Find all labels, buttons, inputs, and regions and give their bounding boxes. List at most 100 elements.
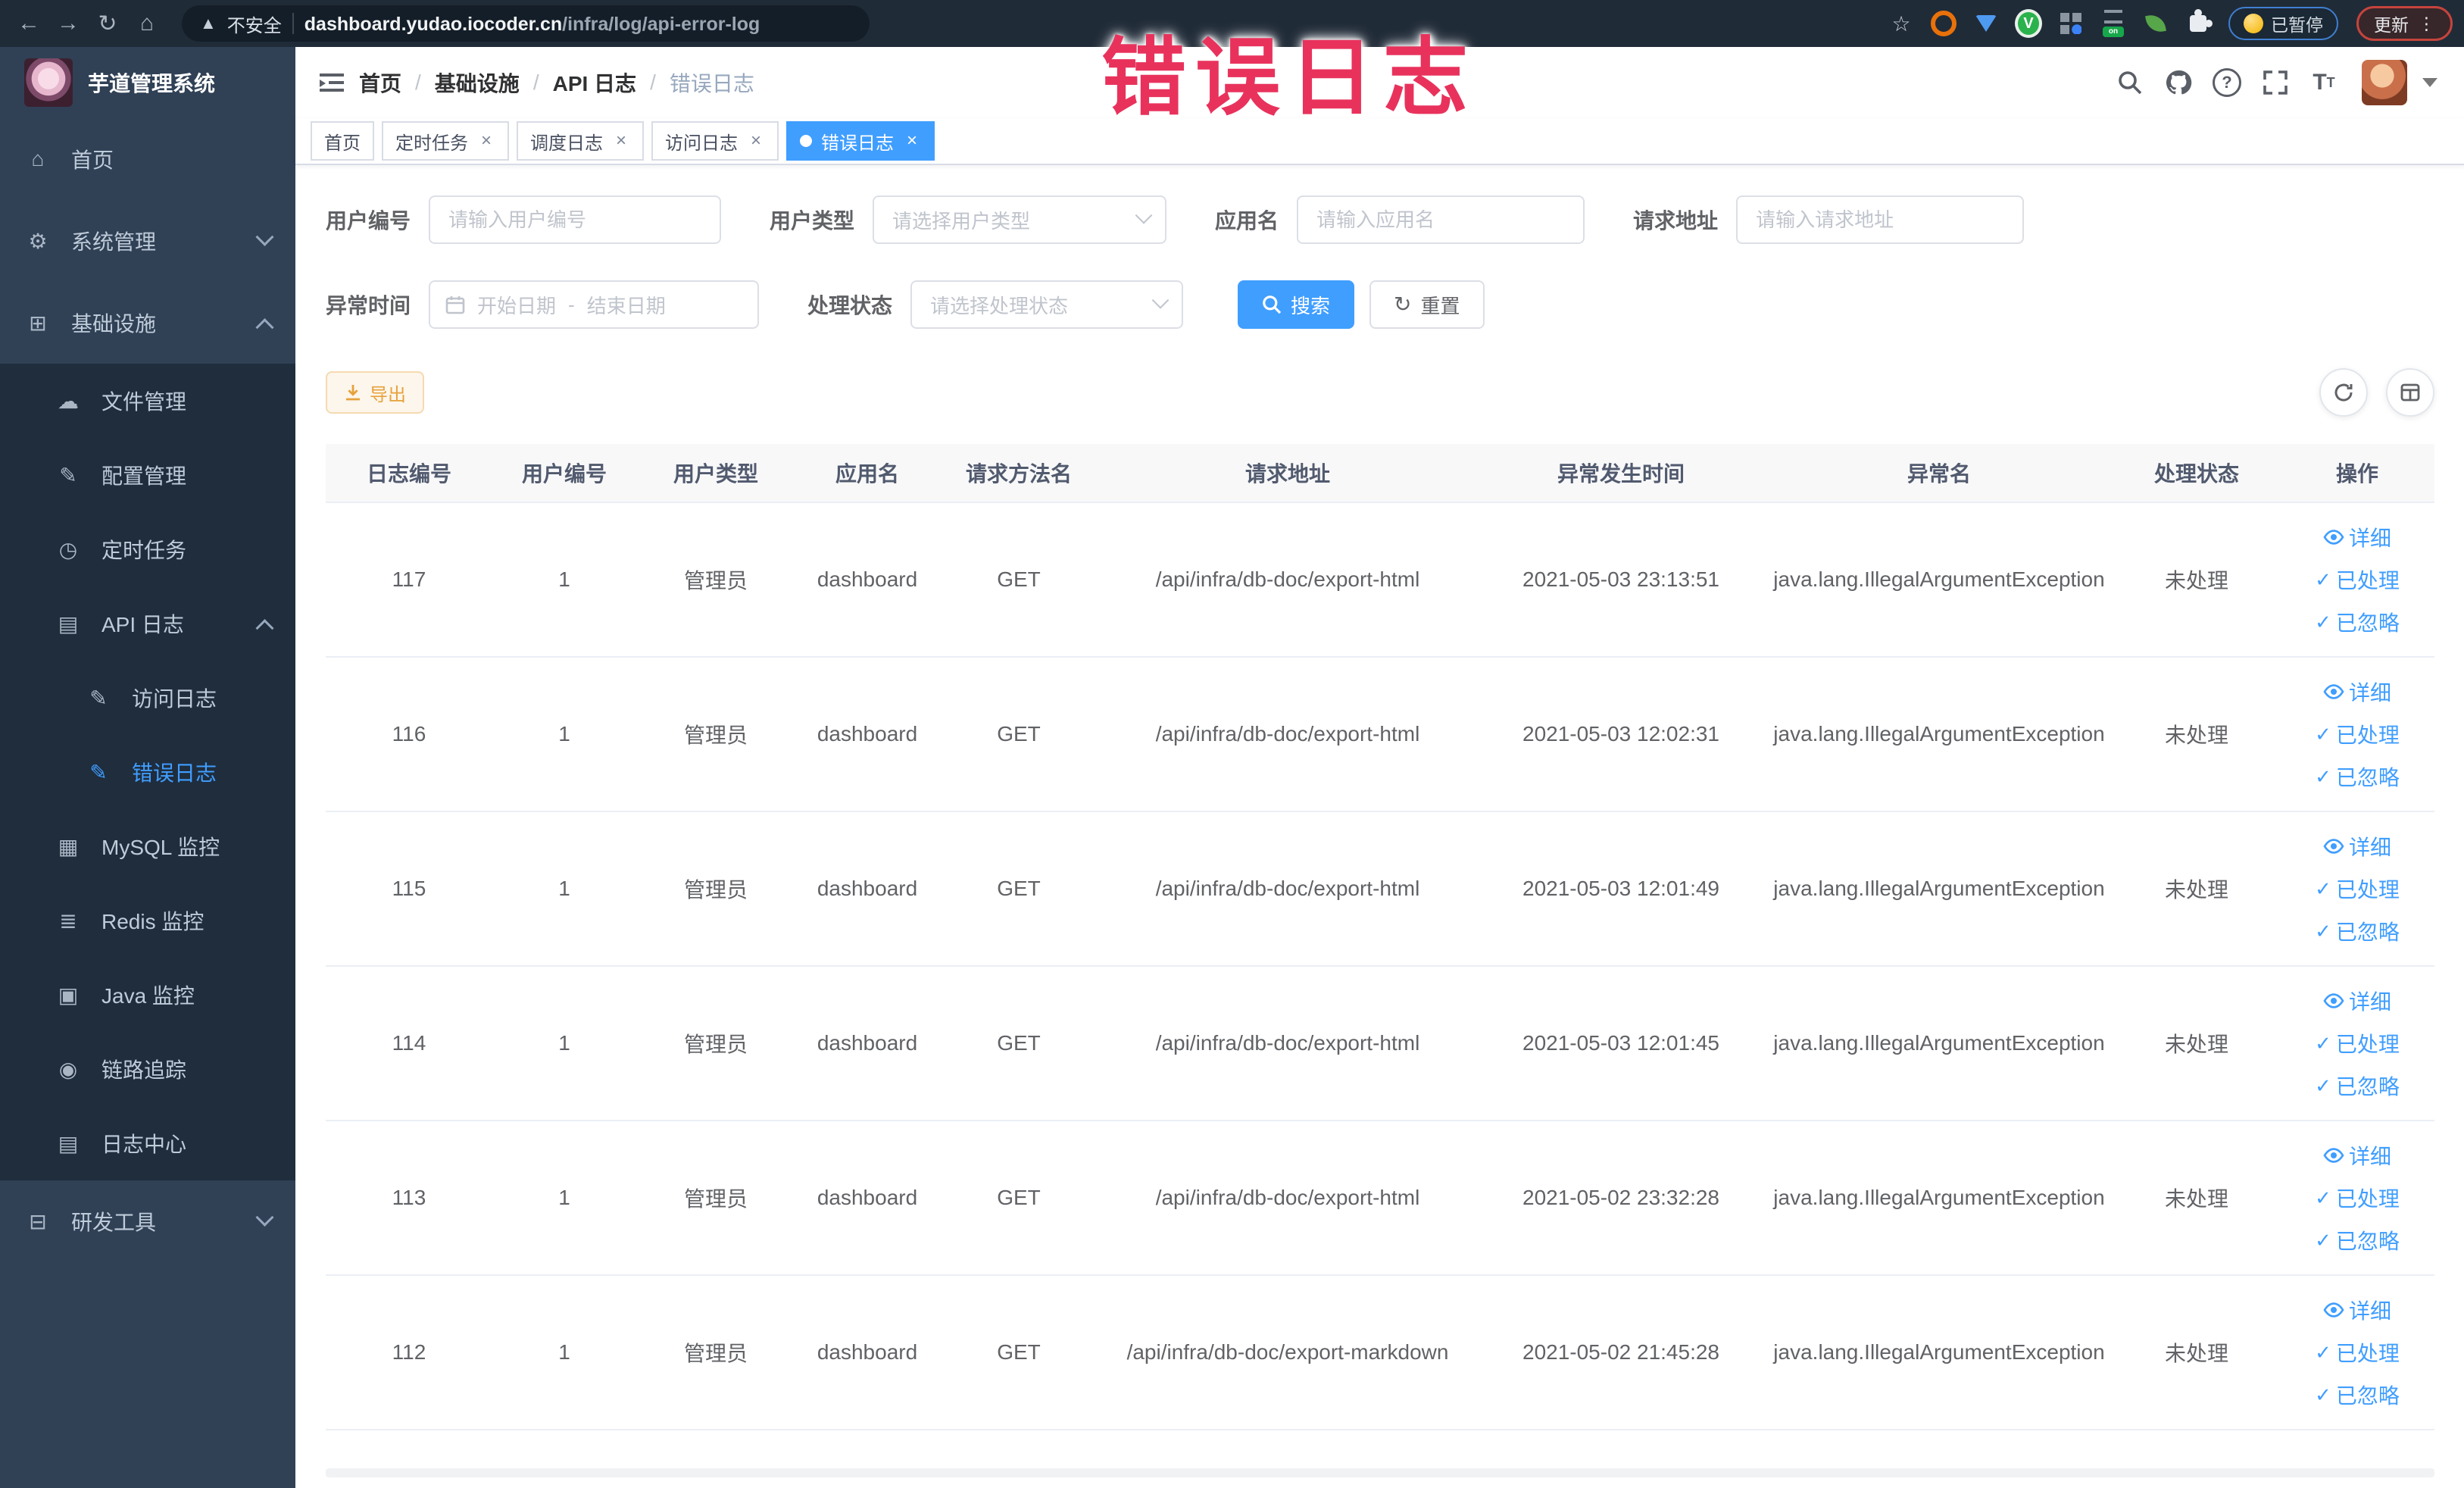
extension-grid-icon[interactable] [2057,10,2085,37]
close-tab-icon[interactable]: × [903,130,921,152]
user-avatar[interactable] [2362,60,2407,105]
check-icon: ✓ [2315,1186,2331,1209]
sidebar-item-access-log[interactable]: ✎ 访问日志 [0,661,295,735]
exception-time-daterange[interactable]: 开始日期 - 结束日期 [429,280,760,329]
sidebar-item-java[interactable]: ▣ Java 监控 [0,958,295,1032]
sidebar-item-dev-tools[interactable]: ⊟ 研发工具 [0,1180,295,1262]
fullscreen-icon[interactable] [2256,63,2295,102]
user-id-input[interactable] [430,197,720,242]
cell-url: /api/infra/db-doc/export-html [1155,1186,1420,1209]
column-header-0: 日志编号 [366,462,451,486]
collapse-sidebar-icon[interactable] [317,67,347,98]
address-bar[interactable]: ▲ 不安全 dashboard.yudao.iocoder.cn/infra/l… [182,5,870,42]
check-icon: ✓ [2315,567,2331,591]
github-icon[interactable] [2159,63,2198,102]
mark-ignored-link[interactable]: ✓ 已忽略 [2315,1225,2400,1255]
mark-processed-link[interactable]: ✓ 已处理 [2315,564,2400,595]
browser-back-icon[interactable]: ← [12,7,45,40]
sidebar-item-api-log[interactable]: ▤ API 日志 [0,586,295,661]
mark-processed-link[interactable]: ✓ 已处理 [2315,1028,2400,1058]
extension-blue-shield-icon[interactable] [1972,10,2000,37]
browser-update-button[interactable]: 更新 ⋮ [2356,6,2453,41]
tab-定时任务[interactable]: 定时任务 × [382,121,509,161]
extension-green-v-icon[interactable]: V [2015,9,2042,38]
cell-user_id: 1 [558,567,570,591]
mark-ignored-link[interactable]: ✓ 已忽略 [2315,1071,2400,1101]
chevron-up-icon [255,317,274,336]
browser-reload-icon[interactable]: ↻ [91,7,124,40]
extension-puzzle-icon[interactable] [2184,9,2213,37]
user-type-select[interactable]: 请选择用户类型 [873,195,1167,244]
chevron-down-icon [1151,292,1170,309]
bookmark-star-icon[interactable]: ☆ [1888,10,1915,37]
extension-leaf-icon[interactable] [2142,10,2169,37]
browser-forward-icon[interactable]: → [52,7,85,40]
sidebar-item-trace[interactable]: ◉ 链路追踪 [0,1032,295,1106]
cell-time: 2021-05-03 12:01:49 [1522,877,1719,900]
sidebar-item-label: 系统管理 [71,230,157,254]
detail-link[interactable]: 详细 [2323,522,2391,552]
sidebar-item-error-log[interactable]: ✎ 错误日志 [0,735,295,809]
column-settings-button[interactable] [2386,368,2434,417]
sidebar-item-file[interactable]: ☁ 文件管理 [0,364,295,438]
detail-link[interactable]: 详细 [2323,677,2391,707]
mark-ignored-link[interactable]: ✓ 已忽略 [2315,607,2400,637]
mark-processed-link[interactable]: ✓ 已处理 [2315,1183,2400,1213]
search-button[interactable]: 搜索 [1238,280,1355,329]
breadcrumb-item[interactable]: API 日志 [553,67,636,98]
breadcrumb-item[interactable]: 基础设施 [435,67,520,98]
check-icon: ✓ [2315,1228,2331,1252]
profile-paused-badge[interactable]: 已暂停 [2228,7,2338,40]
tab-访问日志[interactable]: 访问日志 × [651,121,779,161]
breadcrumb-item[interactable]: 首页 [359,67,401,98]
sidebar-item-mysql[interactable]: ▦ MySQL 监控 [0,809,295,883]
cell-method: GET [997,1186,1041,1209]
close-tab-icon[interactable]: × [612,130,630,152]
sidebar-item-system[interactable]: ⚙ 系统管理 [0,200,295,282]
sidebar-item-redis[interactable]: ≣ Redis 监控 [0,883,295,958]
eye-icon [2323,1302,2344,1318]
sidebar-item-home[interactable]: ⌂ 首页 [0,118,295,200]
mark-processed-link[interactable]: ✓ 已处理 [2315,719,2400,749]
mark-ignored-link[interactable]: ✓ 已忽略 [2315,1380,2400,1410]
column-header-7: 异常名 [1907,462,1971,486]
sidebar-item-config[interactable]: ✎ 配置管理 [0,438,295,512]
refresh-table-button[interactable] [2319,368,2368,417]
close-tab-icon[interactable]: × [477,130,495,152]
request-url-input[interactable] [1738,197,2023,242]
sidebar-item-log-center[interactable]: ▤ 日志中心 [0,1106,295,1180]
app-logo-row[interactable]: 芋道管理系统 [0,47,295,118]
font-size-icon[interactable]: TT [2304,63,2344,102]
app-title: 芋道管理系统 [88,72,216,95]
mark-ignored-link[interactable]: ✓ 已忽略 [2315,761,2400,792]
sidebar-item-infra[interactable]: ⊞ 基础设施 [0,282,295,364]
user-menu-caret-icon[interactable] [2422,78,2437,87]
filter-row-2: 异常时间 开始日期 - 结束日期 处理状态 请选择处理状态 搜索 ↻ 重置 [326,280,2434,329]
export-button[interactable]: 导出 [326,371,424,414]
sidebar-item-job[interactable]: ◷ 定时任务 [0,512,295,586]
mark-ignored-link-label: 已忽略 [2335,1075,2400,1099]
detail-link[interactable]: 详细 [2323,831,2391,861]
tab-错误日志[interactable]: 错误日志 × [786,121,935,161]
mark-processed-link-label: 已处理 [2335,1033,2400,1056]
tab-首页[interactable]: 首页 [311,121,374,161]
help-icon[interactable]: ? [2207,63,2247,102]
mark-processed-link[interactable]: ✓ 已处理 [2315,1337,2400,1368]
row-actions: 详细 ✓ 已处理 ✓ 已忽略 [2286,1140,2428,1255]
search-icon[interactable] [2110,63,2150,102]
mark-ignored-link[interactable]: ✓ 已忽略 [2315,916,2400,946]
extension-on-badge-icon[interactable]: on [2100,10,2127,37]
browser-home-icon[interactable]: ⌂ [130,7,164,40]
detail-link[interactable]: 详细 [2323,986,2391,1016]
detail-link[interactable]: 详细 [2323,1295,2391,1325]
extension-orange-ring-icon[interactable] [1930,10,1957,37]
close-tab-icon[interactable]: × [747,130,765,152]
detail-link[interactable]: 详细 [2323,1140,2391,1171]
process-status-select[interactable]: 请选择处理状态 [910,280,1184,329]
tags-view-bar: 首页 定时任务 × 调度日志 × 访问日志 × 错误日志 × [295,118,2464,165]
tab-调度日志[interactable]: 调度日志 × [517,121,644,161]
mark-processed-link[interactable]: ✓ 已处理 [2315,874,2400,904]
filter-row-1: 用户编号 用户类型 请选择用户类型 应用名 请求地址 [326,195,2434,244]
reset-button[interactable]: ↻ 重置 [1369,280,1485,329]
app-name-input[interactable] [1298,197,1584,242]
